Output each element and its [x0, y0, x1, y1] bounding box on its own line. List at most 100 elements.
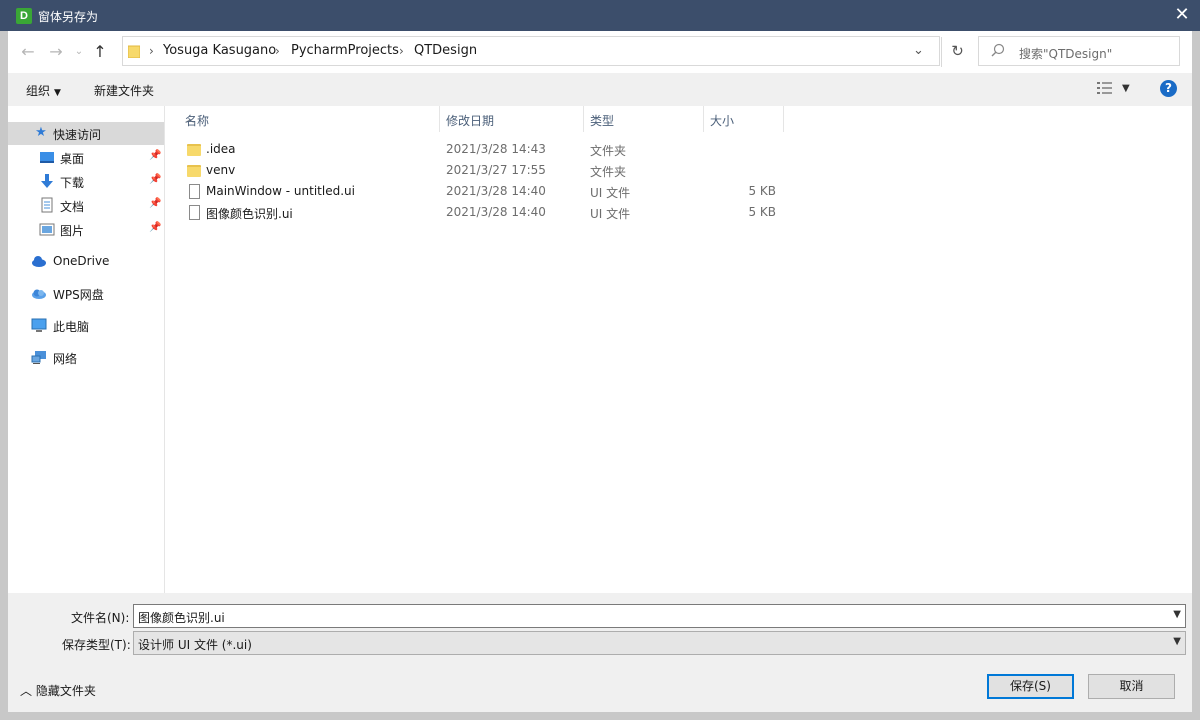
- sidebar-item-label: 图片: [60, 224, 85, 238]
- filetype-label: 保存类型(T):: [62, 638, 131, 652]
- file-name: 图像颜色识别.ui: [206, 207, 293, 221]
- breadcrumb-separator: ›: [399, 44, 404, 58]
- file-type: 文件夹: [590, 165, 627, 179]
- window-frame-left: [0, 31, 8, 720]
- chevron-down-icon[interactable]: ▼: [1173, 636, 1181, 647]
- breadcrumb-separator: ›: [275, 44, 280, 58]
- pin-icon[interactable]: 📌: [149, 222, 161, 233]
- file-type: UI 文件: [590, 207, 631, 221]
- document-icon: [41, 197, 53, 213]
- search-input[interactable]: 搜索"QTDesign": [978, 36, 1180, 66]
- sidebar-item-label: 网络: [53, 352, 78, 366]
- back-button[interactable]: ←: [18, 41, 38, 63]
- file-type: UI 文件: [590, 186, 631, 200]
- pin-icon[interactable]: 📌: [149, 174, 161, 185]
- up-button[interactable]: ↑: [90, 41, 110, 63]
- organize-label: 组织: [26, 84, 51, 98]
- sidebar-item-this-pc[interactable]: 此电脑: [8, 314, 164, 337]
- file-list: ︿ 名称 修改日期 类型 大小 .idea 2021/3/28 14:43 文件…: [165, 106, 1192, 593]
- sidebar-item-downloads[interactable]: 下载 📌: [8, 170, 164, 193]
- column-header-label: 修改日期: [446, 114, 495, 128]
- chevron-down-icon[interactable]: ▼: [1173, 609, 1181, 620]
- organize-menu[interactable]: 组织 ▼: [26, 82, 61, 99]
- filetype-select[interactable]: 设计师 UI 文件 (*.ui) ▼: [133, 631, 1186, 655]
- file-row[interactable]: MainWindow - untitled.ui 2021/3/28 14:40…: [165, 181, 785, 202]
- file-size: 5 KB: [748, 184, 776, 198]
- filename-field[interactable]: 图像颜色识别.ui ▼: [133, 604, 1186, 628]
- file-row[interactable]: venv 2021/3/27 17:55 文件夹: [165, 160, 785, 181]
- breadcrumb-item[interactable]: QTDesign: [414, 43, 477, 58]
- file-size: 5 KB: [748, 205, 776, 219]
- computer-icon: [31, 318, 47, 332]
- save-button[interactable]: 保存(S): [987, 674, 1074, 699]
- sidebar-item-documents[interactable]: 文档 📌: [8, 194, 164, 217]
- star-icon: ★: [35, 125, 47, 140]
- cloud-icon: [32, 256, 46, 267]
- new-folder-button[interactable]: 新建文件夹: [94, 82, 154, 99]
- file-modified: 2021/3/28 14:40: [446, 184, 546, 198]
- help-icon[interactable]: ?: [1160, 80, 1177, 97]
- filetype-value: 设计师 UI 文件 (*.ui): [138, 638, 252, 652]
- hide-folders-label: 隐藏文件夹: [35, 684, 96, 698]
- desktop-icon: [40, 152, 54, 163]
- file-type: 文件夹: [590, 144, 627, 158]
- recent-locations-button[interactable]: ⌄: [72, 41, 86, 63]
- column-header-label: 大小: [710, 114, 735, 128]
- column-header-label: 类型: [590, 114, 615, 128]
- breadcrumb-item[interactable]: PycharmProjects: [291, 43, 399, 58]
- sidebar-item-label: 桌面: [60, 152, 85, 166]
- navigation-pane: ★ 快速访问 桌面 📌 下载 📌 文档 📌 图片 📌 OneDrive WPS网…: [8, 106, 165, 593]
- sidebar-item-quick-access[interactable]: ★ 快速访问: [8, 122, 164, 145]
- hide-folders-toggle[interactable]: ︿ 隐藏文件夹: [20, 682, 96, 699]
- file-row[interactable]: 图像颜色识别.ui 2021/3/28 14:40 UI 文件 5 KB: [165, 202, 785, 223]
- pin-icon[interactable]: 📌: [149, 150, 161, 161]
- chevron-down-icon: ▼: [54, 88, 61, 98]
- pin-icon[interactable]: 📌: [149, 198, 161, 209]
- file-name: MainWindow - untitled.ui: [206, 184, 355, 198]
- address-dropdown-icon[interactable]: ⌄: [913, 43, 924, 58]
- command-toolbar: 组织 ▼ 新建文件夹 ▼ ?: [8, 73, 1192, 106]
- chevron-up-icon: ︿: [20, 684, 36, 698]
- file-modified: 2021/3/27 17:55: [446, 163, 546, 177]
- filename-label: 文件名(N):: [71, 611, 130, 625]
- column-header-modified[interactable]: 修改日期: [440, 106, 584, 132]
- forward-button[interactable]: →: [46, 41, 66, 63]
- sidebar-item-label: 文档: [60, 200, 85, 214]
- network-icon: [31, 351, 46, 364]
- file-icon: [189, 205, 200, 220]
- column-header-name[interactable]: ︿ 名称: [179, 106, 440, 132]
- sidebar-item-onedrive[interactable]: OneDrive: [8, 250, 164, 273]
- address-bar[interactable]: › Yosuga Kasugano › PycharmProjects › QT…: [122, 36, 964, 67]
- close-button[interactable]: ✕: [1164, 0, 1200, 31]
- navigation-bar: ← → ⌄ ↑ › Yosuga Kasugano › PycharmProje…: [8, 31, 1192, 73]
- sidebar-item-label: 快速访问: [53, 128, 102, 142]
- save-form: 文件名(N): 图像颜色识别.ui ▼ 保存类型(T): 设计师 UI 文件 (…: [8, 593, 1192, 712]
- sidebar-item-network[interactable]: 网络: [8, 346, 164, 369]
- refresh-button[interactable]: ↻: [941, 37, 973, 67]
- window-frame-right: [1192, 31, 1200, 720]
- search-placeholder: 搜索"QTDesign": [1019, 47, 1113, 61]
- sidebar-item-desktop[interactable]: 桌面 📌: [8, 146, 164, 169]
- sidebar-item-wps-cloud[interactable]: WPS网盘: [8, 282, 164, 305]
- folder-icon: [187, 165, 201, 177]
- sidebar-item-label: WPS网盘: [53, 288, 104, 302]
- column-header-size[interactable]: 大小: [704, 106, 784, 132]
- view-options-icon[interactable]: [1097, 81, 1113, 95]
- file-row[interactable]: .idea 2021/3/28 14:43 文件夹: [165, 139, 785, 160]
- filename-value: 图像颜色识别.ui: [138, 611, 225, 625]
- view-dropdown-icon[interactable]: ▼: [1122, 83, 1130, 94]
- sidebar-item-pictures[interactable]: 图片 📌: [8, 218, 164, 241]
- app-icon: D: [16, 8, 32, 24]
- file-name: .idea: [206, 142, 236, 156]
- file-name: venv: [206, 163, 236, 177]
- breadcrumb-separator: ›: [149, 44, 154, 58]
- folder-icon: [187, 144, 201, 156]
- sidebar-item-label: 此电脑: [53, 320, 90, 334]
- breadcrumb-item[interactable]: Yosuga Kasugano: [163, 43, 276, 58]
- window-title: 窗体另存为: [38, 10, 99, 24]
- folder-icon: [128, 45, 140, 58]
- column-header-type[interactable]: 类型: [584, 106, 704, 132]
- file-icon: [189, 184, 200, 199]
- cancel-button[interactable]: 取消: [1088, 674, 1175, 699]
- search-icon: [991, 43, 1005, 57]
